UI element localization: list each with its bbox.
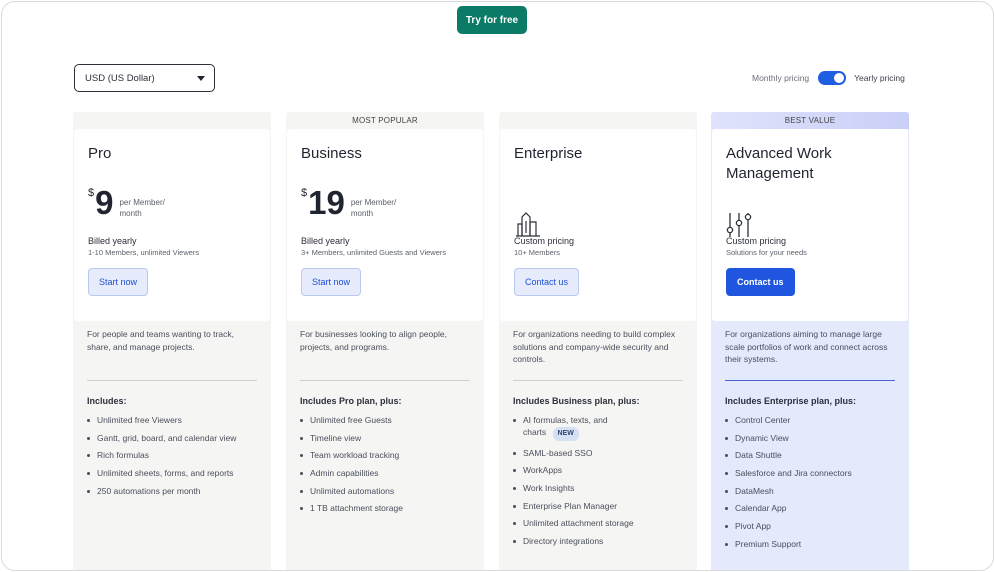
feature-item: Calendar App xyxy=(725,502,901,514)
billing-toggle[interactable] xyxy=(818,71,847,85)
divider xyxy=(513,380,683,381)
plan-title: Advanced Work Management xyxy=(726,145,832,182)
billing-subtitle: Solutions for your needs xyxy=(726,248,807,257)
feature-list: AI formulas, texts, and charts NEW SAML-… xyxy=(513,414,689,553)
price-amount: 19 xyxy=(308,184,345,221)
monthly-pricing-label[interactable]: Monthly pricing xyxy=(752,73,809,83)
feature-list: Unlimited free Guests Timeline view Team… xyxy=(300,414,476,520)
billing-title: Custom pricing xyxy=(514,236,575,246)
feature-item: 250 automations per month xyxy=(87,485,263,497)
plan-description: For people and teams wanting to track, s… xyxy=(87,329,234,352)
billing-title: Custom pricing xyxy=(726,236,787,246)
plan-card-advanced-work-management: BEST VALUE Advanced Work Management Cust… xyxy=(711,112,909,570)
feature-item: Unlimited free Guests xyxy=(300,414,476,426)
plan-description: For businesses looking to align people, … xyxy=(300,329,447,352)
feature-item: Unlimited attachment storage xyxy=(513,517,689,529)
plan-banner: BEST VALUE xyxy=(711,112,909,129)
plan-description: For organizations aiming to manage large… xyxy=(725,329,888,364)
plan-banner: MOST POPULAR xyxy=(352,116,418,125)
includes-heading: Includes Pro plan, plus: xyxy=(300,396,402,406)
plan-card-header: Advanced Work Management Custom pricing … xyxy=(712,129,908,321)
billing-title: Billed yearly xyxy=(301,236,350,246)
new-badge: NEW xyxy=(552,427,579,441)
includes-heading: Includes: xyxy=(87,396,127,406)
plan-card-header: Business $ 19 per Member/ month Billed y… xyxy=(287,129,483,321)
yearly-pricing-label[interactable]: Yearly pricing xyxy=(854,73,905,83)
feature-item: Work Insights xyxy=(513,482,689,494)
billing-title: Billed yearly xyxy=(88,236,137,246)
plan-price: $ 19 per Member/ month xyxy=(301,185,411,221)
feature-item: Pivot App xyxy=(725,520,901,532)
chevron-down-icon xyxy=(197,76,205,81)
feature-item: Unlimited free Viewers xyxy=(87,414,263,426)
plan-card-header: Pro $ 9 per Member/ month Billed yearly … xyxy=(74,129,270,321)
feature-item: Unlimited sheets, forms, and reports xyxy=(87,467,263,479)
feature-item: Premium Support xyxy=(725,538,901,550)
feature-item: Dynamic View xyxy=(725,432,901,444)
feature-item: WorkApps xyxy=(513,464,689,476)
includes-heading: Includes Business plan, plus: xyxy=(513,396,640,406)
plan-card-enterprise: Enterprise Custom pricing 10+ Members Co… xyxy=(499,112,697,570)
feature-item: AI formulas, texts, and charts NEW xyxy=(513,414,623,441)
feature-item: Admin capabilities xyxy=(300,467,476,479)
feature-item: Gantt, grid, board, and calendar view xyxy=(87,432,263,444)
feature-item: DataMesh xyxy=(725,485,901,497)
feature-item: Salesforce and Jira connectors xyxy=(725,467,901,479)
plan-description: For organizations needing to build compl… xyxy=(513,329,676,364)
plan-banner xyxy=(499,112,697,129)
price-amount: 9 xyxy=(95,184,114,221)
price-unit: per Member/ month xyxy=(350,198,397,218)
plan-price: $ 9 per Member/ month xyxy=(88,185,179,221)
feature-item: Enterprise Plan Manager xyxy=(513,500,689,512)
billing-subtitle: 3+ Members, unlimited Guests and Viewers xyxy=(301,248,447,257)
feature-item: Data Shuttle xyxy=(725,449,901,461)
price-currency: $ xyxy=(301,187,308,199)
feature-item: Unlimited automations xyxy=(300,485,476,497)
toggle-knob xyxy=(834,73,845,83)
feature-item: Timeline view xyxy=(300,432,476,444)
plan-title: Enterprise xyxy=(514,145,583,162)
divider xyxy=(300,380,470,381)
feature-item: Rich formulas xyxy=(87,449,263,461)
feature-item: Control Center xyxy=(725,414,901,426)
feature-item: Directory integrations xyxy=(513,535,689,547)
billing-toggle-group: Monthly pricing Yearly pricing xyxy=(752,71,905,85)
feature-item: Team workload tracking xyxy=(300,449,476,461)
currency-value: USD (US Dollar) xyxy=(85,72,155,84)
start-now-button[interactable]: Start now xyxy=(88,268,149,296)
plan-banner xyxy=(73,112,271,129)
divider xyxy=(87,380,257,381)
plan-card-pro: Pro $ 9 per Member/ month Billed yearly … xyxy=(73,112,271,570)
plan-title: Pro xyxy=(88,145,112,162)
contact-us-button[interactable]: Contact us xyxy=(726,268,795,296)
feature-item: SAML-based SSO xyxy=(513,447,689,459)
price-currency: $ xyxy=(88,187,95,199)
try-for-free-button[interactable]: Try for free xyxy=(457,6,527,34)
plan-card-header: Enterprise Custom pricing 10+ Members Co… xyxy=(500,129,696,321)
billing-subtitle: 10+ Members xyxy=(514,248,561,257)
contact-us-button[interactable]: Contact us xyxy=(514,268,580,296)
feature-item: 1 TB attachment storage xyxy=(300,502,476,514)
feature-list: Control Center Dynamic View Data Shuttle… xyxy=(725,414,901,556)
includes-heading: Includes Enterprise plan, plus: xyxy=(725,396,857,406)
feature-list: Unlimited free Viewers Gantt, grid, boar… xyxy=(87,414,263,502)
plan-card-business: MOST POPULAR Business $ 19 per Member/ m… xyxy=(286,112,484,570)
billing-subtitle: 1-10 Members, unlimited Viewers xyxy=(88,248,200,257)
price-unit: per Member/ month xyxy=(119,198,165,218)
start-now-button[interactable]: Start now xyxy=(301,268,362,296)
page-frame: Try for free USD (US Dollar) Monthly pri… xyxy=(1,1,994,571)
currency-select[interactable]: USD (US Dollar) xyxy=(74,64,215,92)
divider xyxy=(725,380,895,381)
plan-title: Business xyxy=(301,145,362,162)
